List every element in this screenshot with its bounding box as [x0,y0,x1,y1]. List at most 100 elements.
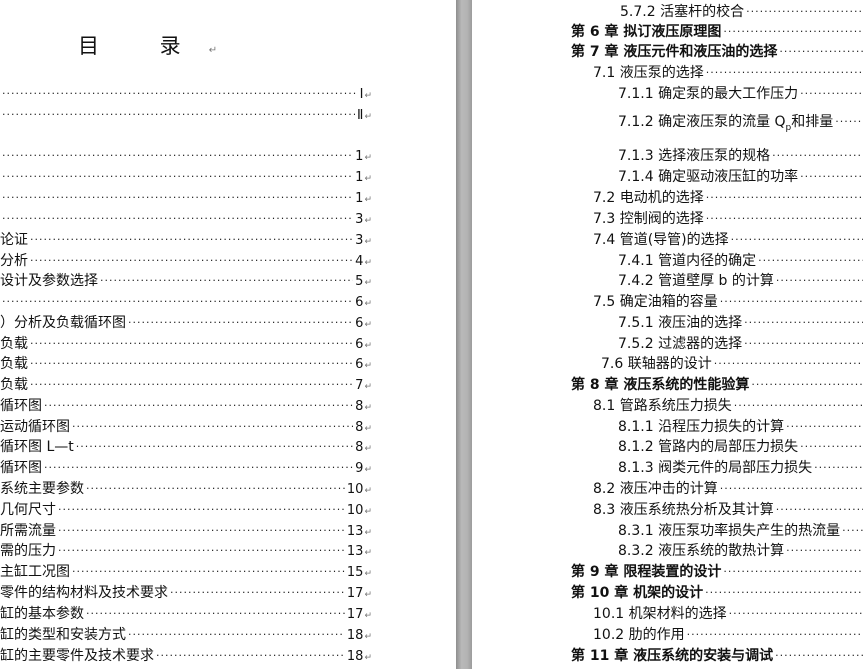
toc-entry[interactable]: 8.2 液压冲击的计算 [593,479,863,499]
toc-leader-dots [744,333,863,354]
toc-entry-page: Ⅱ [357,108,364,123]
toc-leader-dots [779,41,863,62]
toc-leader-dots [800,436,863,457]
toc-entry[interactable]: 分析 4↵ [0,251,372,271]
toc-entry[interactable]: 1↵ [0,167,372,187]
toc-leader-dots [72,561,345,582]
toc-entry-label: 7.2 电动机的选择 [593,190,704,206]
toc-entry-label: 需的压力 [0,543,56,559]
toc-entry-label: 7.1.3 选择液压泵的规格 [618,148,771,164]
toc-entry[interactable]: 第 11 章 液压系统的安装与调试 [571,646,863,666]
toc-entry[interactable]: ）分析及负载循环图 6↵ [0,313,372,333]
toc-entry[interactable]: 8.1.2 管路内的局部压力损失 [618,437,863,457]
toc-entry[interactable]: 8.1 管路系统压力损失 [593,396,863,416]
paragraph-mark: ↵ [364,237,372,247]
toc-entry-page: 7 [355,378,364,393]
toc-entry[interactable]: 几何尺寸 10↵ [0,500,372,520]
toc-entry[interactable]: 1↵ [0,146,372,166]
toc-entry[interactable]: 8.3 液压系统热分析及其计算 [593,500,863,520]
toc-leader-dots [714,353,863,374]
toc-entry[interactable]: 主缸工况图 15↵ [0,562,372,582]
toc-entry[interactable]: 7.1.1 确定泵的最大工作压力 [618,84,863,104]
toc-entry[interactable]: 7.5.2 过滤器的选择 [618,334,863,354]
toc-entry[interactable]: 8.1.1 沿程压力损失的计算 [618,417,863,437]
paragraph-mark: ↵ [364,382,372,392]
document-page-right: 5.7.2 活塞杆的校合第 6 章 拟订液压原理图第 7 章 液压元件和液压油的… [472,0,863,669]
toc-entry[interactable]: 论证 3↵ [0,230,372,250]
toc-entry[interactable]: 7.4 管道(导管)的选择 [593,230,863,250]
toc-leader-dots [2,208,353,229]
paragraph-mark: ↵ [364,195,372,205]
toc-entry[interactable]: 负载 6↵ [0,354,372,374]
toc-entry[interactable]: 7.3 控制阀的选择 [593,209,863,229]
toc-entry[interactable]: 10.2 肋的作用 [593,625,863,645]
toc-leader-dots [2,187,353,208]
toc-entry[interactable]: 缸的基本参数 17↵ [0,604,372,624]
toc-entry-label: 8.3.2 液压系统的散热计算 [618,543,785,559]
toc-leader-dots [72,416,353,437]
toc-entry[interactable]: 负载 6↵ [0,334,372,354]
subscript: p [785,122,792,133]
toc-entry[interactable]: Ⅰ↵ [0,84,372,104]
paragraph-mark: ↵ [364,528,372,538]
toc-chapter-label: 第 8 章 液压系统的性能验算 [571,377,750,393]
toc-leader-dots [30,250,353,271]
document-page-left: 目 录↵ Ⅰ↵Ⅱ↵1↵1↵1↵3↵论证3↵分析4↵设计及参数选择5↵6↵）分析及… [0,0,456,669]
toc-entry[interactable]: 7.6 联轴器的设计 [601,354,863,374]
toc-title: 目 录↵ [78,34,218,58]
toc-entry-label: 7.6 联轴器的设计 [601,356,712,372]
toc-entry[interactable]: 7.1.3 选择液压泵的规格 [618,146,863,166]
toc-entry[interactable]: 设计及参数选择 5↵ [0,271,372,291]
toc-entry[interactable]: 6↵ [0,292,372,312]
toc-entry[interactable]: 8.3.2 液压系统的散热计算 [618,541,863,561]
toc-entry-label: 7.1.2 确定液压泵的流量 Qp和排量 [618,114,834,133]
toc-entry-label: 8.1.1 沿程压力损失的计算 [618,419,785,435]
toc-entry[interactable]: 7.5 确定油箱的容量 [593,292,863,312]
toc-entry[interactable]: 1↵ [0,188,372,208]
toc-entry[interactable]: 缸的类型和安装方式 18↵ [0,625,372,645]
toc-entry-label: 7.4.1 管道内径的确定 [618,253,757,269]
toc-entry[interactable]: 缸的主要零件及技术要求 18↵ [0,646,372,666]
toc-entry-page: 1 [355,170,364,185]
toc-entry[interactable]: 需的压力 13↵ [0,541,372,561]
paragraph-mark: ↵ [364,91,372,101]
toc-leader-dots [30,333,353,354]
toc-leader-dots [86,603,345,624]
toc-entry-page: 1 [355,149,364,164]
toc-entry[interactable]: 系统主要参数 10↵ [0,479,372,499]
paragraph-mark: ↵ [364,153,372,163]
toc-entry[interactable]: 负载 7↵ [0,375,372,395]
toc-entry[interactable]: 第 9 章 限程装置的设计 [571,562,863,582]
toc-entry[interactable]: 7.1 液压泵的选择 [593,63,863,83]
toc-entry[interactable]: 7.1.2 确定液压泵的流量 Qp和排量 [618,112,863,133]
toc-entry[interactable]: 第 8 章 液压系统的性能验算 [571,375,863,395]
toc-entry[interactable]: 7.1.4 确定驱动液压缸的功率 [618,167,863,187]
toc-entry[interactable]: 8.3.1 液压泵功率损失产生的热流量 [618,521,863,541]
toc-entry[interactable]: 7.4.1 管道内径的确定 [618,251,863,271]
toc-entry[interactable]: 循环图 L—t 8↵ [0,437,372,457]
toc-entry[interactable]: Ⅱ↵ [0,105,372,125]
toc-entry[interactable]: 运动循环图 8↵ [0,417,372,437]
toc-entry-label: 8.1.3 阀类元件的局部压力损失 [618,460,813,476]
toc-leader-dots [731,229,863,250]
toc-entry-label: 8.2 液压冲击的计算 [593,481,718,497]
toc-entry[interactable]: 第 7 章 液压元件和液压油的选择 [571,42,863,62]
toc-entry[interactable]: 3↵ [0,209,372,229]
toc-leader-dots [2,104,355,125]
toc-entry[interactable]: 7.4.2 管道壁厚 b 的计算 [618,271,863,291]
toc-entry[interactable]: 循环图 8↵ [0,396,372,416]
toc-entry[interactable]: 第 10 章 机架的设计 [571,583,863,603]
toc-entry-label: 10.1 机架材料的选择 [593,606,727,622]
toc-entry[interactable]: 所需流量 13↵ [0,521,372,541]
toc-entry[interactable]: 7.5.1 液压油的选择 [618,313,863,333]
toc-entry-page: 10 [346,482,364,497]
toc-entry[interactable]: 10.1 机架材料的选择 [593,604,863,624]
toc-entry[interactable]: 8.1.3 阀类元件的局部压力损失 [618,458,863,478]
toc-entry[interactable]: 零件的结构材料及技术要求 17↵ [0,583,372,603]
toc-entry[interactable]: 5.7.2 活塞杆的校合 [620,2,863,22]
toc-entry[interactable]: 第 6 章 拟订液压原理图 [571,22,863,42]
toc-entry-label: 负载 [0,336,28,352]
toc-entry[interactable]: 循环图 9↵ [0,458,372,478]
toc-entry[interactable]: 7.2 电动机的选择 [593,188,863,208]
toc-leader-dots [100,270,353,291]
